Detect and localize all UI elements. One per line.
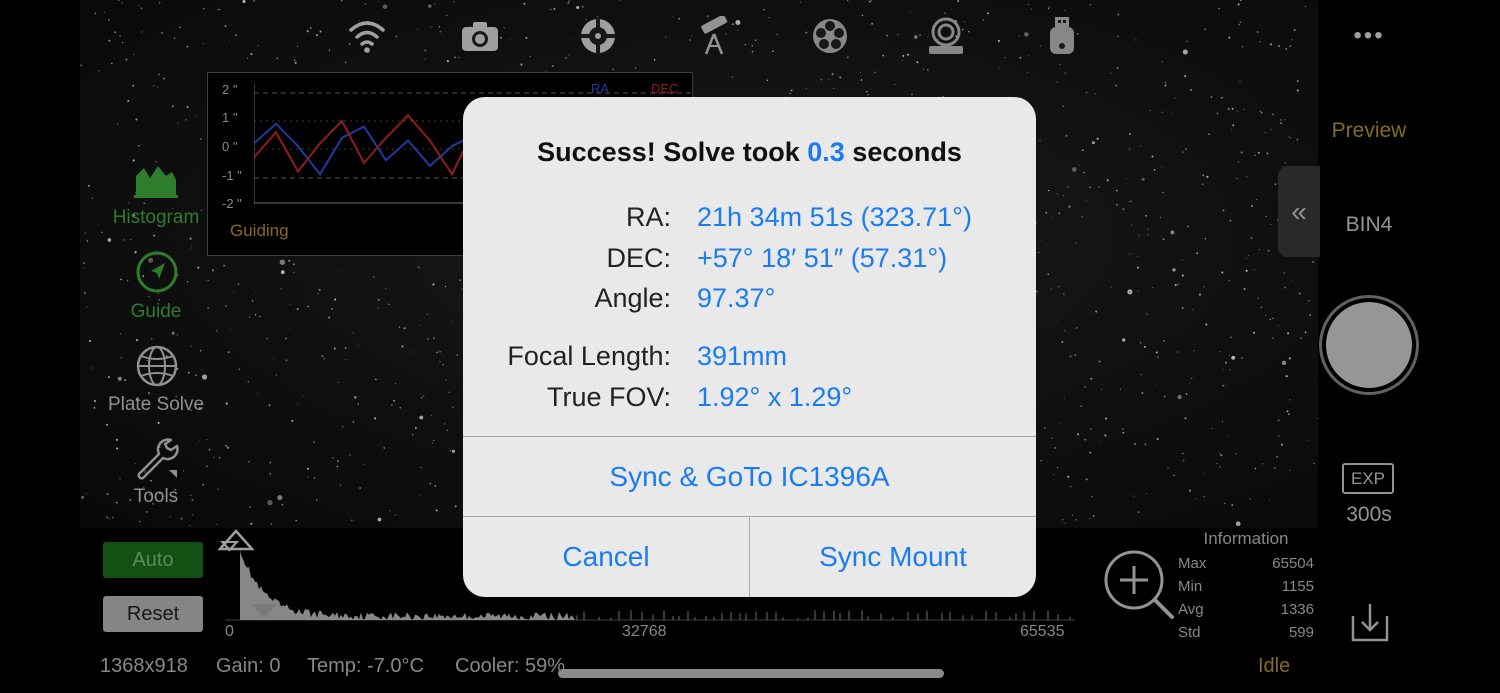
dialog-title: Success! Solve took 0.3 seconds: [463, 137, 1036, 168]
home-indicator[interactable]: [558, 669, 944, 678]
title-prefix: Success! Solve took: [537, 137, 808, 167]
dec-label: DEC:: [606, 243, 671, 273]
solve-time: 0.3: [807, 137, 845, 167]
true-fov-value: 1.92° x 1.29°: [697, 382, 853, 412]
plate-solve-result-dialog: Success! Solve took 0.3 seconds RA: 21h …: [463, 97, 1036, 597]
title-suffix: seconds: [844, 137, 962, 167]
focal-length-label: Focal Length:: [507, 341, 671, 371]
cancel-button[interactable]: Cancel: [463, 517, 749, 597]
angle-value: 97.37°: [697, 283, 776, 313]
app-screen: 2 " 1 " 0 " -1 " -2 " RA DEC Guiding His…: [0, 0, 1500, 693]
angle-label: Angle:: [594, 283, 671, 313]
focal-length-value: 391mm: [697, 341, 788, 371]
dec-value: +57° 18′ 51″ (57.31°): [697, 243, 948, 273]
ra-label: RA:: [625, 202, 671, 232]
sync-goto-button[interactable]: Sync & GoTo IC1396A: [463, 437, 1036, 516]
sync-mount-button[interactable]: Sync Mount: [750, 517, 1036, 597]
true-fov-label: True FOV:: [546, 382, 671, 412]
ra-value: 21h 34m 51s (323.71°): [697, 202, 972, 232]
